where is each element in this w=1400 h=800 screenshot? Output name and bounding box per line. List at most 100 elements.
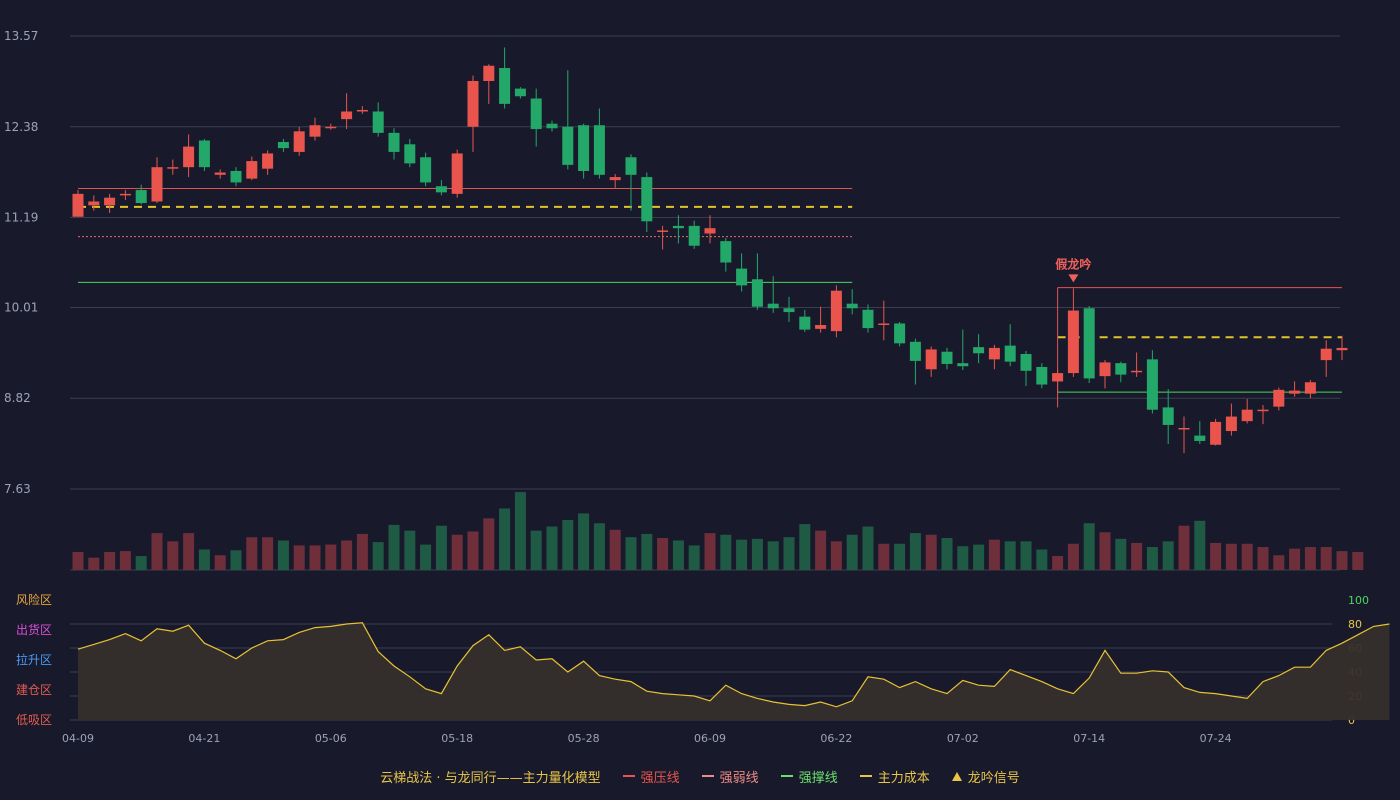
volume-bar	[593, 523, 605, 570]
candle-body	[277, 142, 289, 149]
candle-body	[167, 167, 179, 169]
volume-bar	[183, 533, 195, 570]
candle	[878, 300, 890, 341]
candle-body	[815, 325, 827, 329]
candle	[688, 220, 700, 249]
volume-bar	[1352, 551, 1364, 570]
candle	[372, 102, 384, 137]
candle-body	[625, 157, 637, 175]
volume-bar	[404, 530, 416, 570]
candle-body	[230, 170, 242, 183]
x-tick-label: 07-02	[947, 732, 979, 745]
candle-body	[1241, 409, 1253, 422]
legend-swatch	[780, 775, 793, 777]
candle-body	[451, 153, 463, 194]
volume-bar	[1304, 547, 1316, 570]
volume-bar	[1162, 541, 1174, 570]
candle-body	[925, 349, 937, 370]
right-tick-label: 100	[1348, 594, 1369, 607]
candle-body	[1099, 362, 1111, 377]
candle	[799, 309, 811, 332]
legend-item-strong-resistance[interactable]: 强压线	[622, 767, 680, 786]
candle-body	[1004, 345, 1016, 362]
candle-body	[262, 153, 274, 169]
x-tick-label: 04-21	[188, 732, 220, 745]
legend-item-strength-line[interactable]: 强弱线	[701, 767, 759, 786]
volume-bar	[704, 533, 716, 570]
candle-body	[214, 172, 226, 175]
candle-body	[104, 197, 116, 206]
candle-body	[1257, 409, 1269, 412]
volume-bar	[1052, 556, 1064, 570]
candle	[957, 329, 969, 371]
candle	[277, 138, 289, 152]
right-tick-label: 80	[1348, 618, 1362, 631]
candle	[293, 126, 305, 156]
zone-label: 低吸区	[16, 713, 52, 727]
candle	[135, 184, 147, 205]
stock-chart: 13.5712.3811.1910.018.827.63假龙吟100806040…	[4, 29, 1390, 745]
legend-title: 云梯战法 · 与龙同行——主力量化模型	[380, 770, 601, 786]
candle	[1115, 361, 1127, 383]
candle-body	[183, 146, 195, 168]
candle	[198, 138, 210, 171]
volume-bar	[151, 533, 163, 570]
legend-item-main-cost[interactable]: 主力成本	[859, 767, 930, 786]
volume-bar	[957, 546, 969, 570]
volume-bar	[688, 545, 700, 570]
candle-body	[672, 225, 684, 229]
volume-bar	[1273, 555, 1285, 570]
candle-body	[878, 323, 890, 326]
volume-bar	[846, 534, 858, 570]
volume-bar	[451, 534, 463, 570]
candle	[657, 225, 669, 250]
volume-bar	[1099, 532, 1111, 570]
volume-bar	[1146, 547, 1158, 570]
legend-label: 强撑线	[798, 770, 838, 786]
candle	[530, 88, 542, 147]
candle-body	[830, 290, 842, 332]
candle-body	[609, 177, 621, 181]
volume-bar	[119, 551, 131, 570]
volume-bar	[1336, 551, 1348, 570]
candle-body	[688, 225, 700, 246]
candle	[246, 156, 258, 181]
candle	[230, 167, 242, 187]
candle-body	[1210, 421, 1222, 445]
candle	[1052, 369, 1064, 408]
legend-swatch	[622, 775, 635, 777]
candle-body	[420, 157, 432, 183]
candle	[1067, 288, 1079, 377]
chart-legend: 云梯战法 · 与龙同行——主力量化模型 强压线 强弱线 强撑线 主力成本 龙吟信…	[0, 764, 1400, 788]
volume-bar	[625, 537, 637, 570]
legend-item-strong-support[interactable]: 强撑线	[780, 767, 838, 786]
candle-body	[341, 111, 353, 120]
volume-bar	[546, 526, 558, 570]
legend-label: 强弱线	[719, 770, 759, 786]
candle-body	[388, 132, 400, 152]
candle	[72, 190, 84, 217]
candle-body	[1083, 308, 1095, 379]
volume-bar	[167, 541, 179, 570]
candle-body	[704, 228, 716, 234]
x-tick-label: 05-28	[568, 732, 600, 745]
candle-body	[641, 177, 653, 222]
volume-bar	[388, 524, 400, 570]
volume-bar	[894, 543, 906, 570]
y-tick-label: 11.19	[4, 211, 38, 225]
legend-item-dragon-signal[interactable]: 龙吟信号	[951, 767, 1020, 786]
volume-bar	[1289, 548, 1301, 570]
volume-bar	[641, 533, 653, 570]
candle	[751, 253, 763, 310]
candle-body	[657, 230, 669, 232]
candle	[1304, 379, 1316, 399]
candle-body	[1162, 407, 1174, 425]
candle	[341, 93, 353, 130]
volume-bar	[783, 537, 795, 570]
candle	[593, 108, 605, 179]
volume-bar	[72, 551, 84, 570]
candle	[641, 172, 653, 232]
candle	[578, 123, 590, 179]
volume-bar	[530, 530, 542, 570]
volume-bar	[751, 538, 763, 570]
